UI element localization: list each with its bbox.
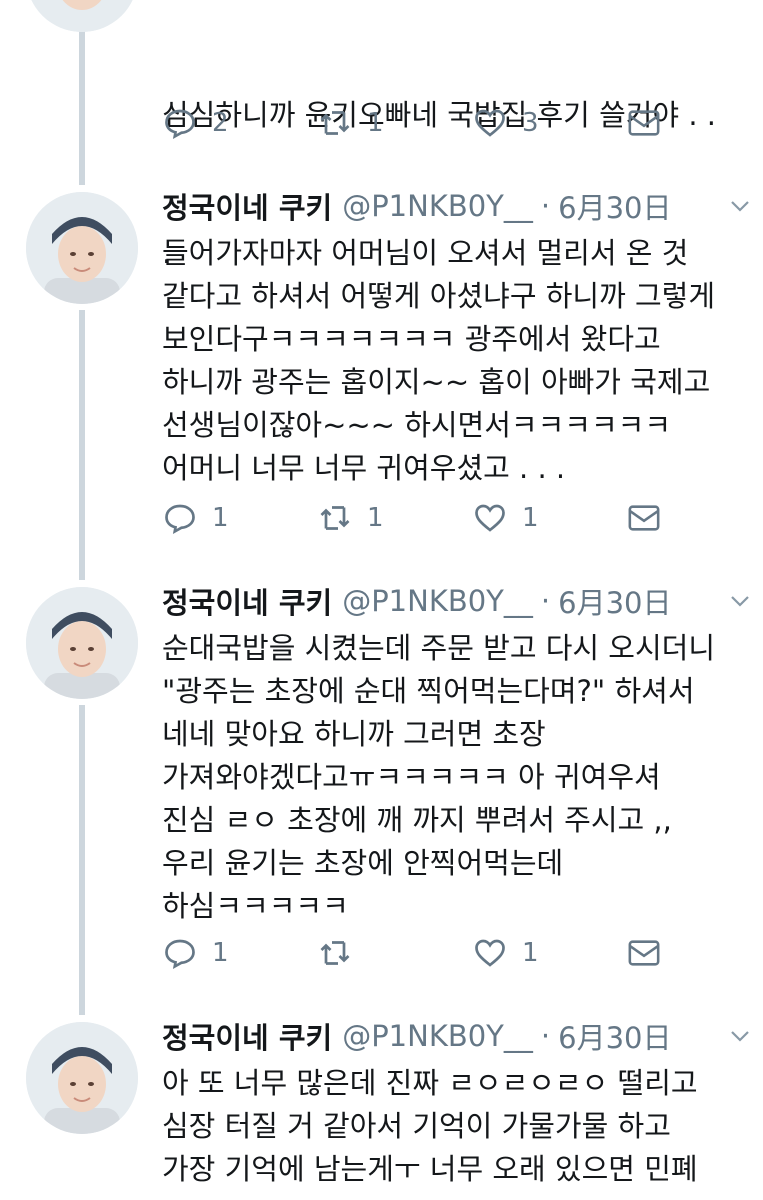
- heart-icon: [475, 504, 505, 532]
- user-handle[interactable]: @P1NKB0Y__: [342, 1019, 533, 1053]
- reply-count: 2: [212, 108, 229, 138]
- mail-icon: [628, 940, 660, 966]
- retweet-button[interactable]: 1: [317, 105, 472, 141]
- dm-button[interactable]: [627, 938, 763, 968]
- tweet-text: 순대국밥을 시켰는데 주문 받고 다시 오시더니 "광주는 초장에 순대 찍어먹…: [162, 631, 716, 923]
- tweet[interactable]: 정국이네 쿠키 @P1NKB0Y__ · 6月30日 들어가자마자 어머님이 오…: [162, 186, 752, 535]
- dm-button[interactable]: [627, 108, 763, 138]
- reply-button[interactable]: 1: [162, 500, 317, 536]
- retweet-count: 1: [367, 108, 384, 138]
- tweet-text: 아 또 너무 많은데 진짜 ㄹㅇㄹㅇㄹㅇ 떨리고 심장 터질 거 같아서 기억이…: [162, 1066, 698, 1186]
- reply-button[interactable]: 1: [162, 935, 317, 971]
- display-name[interactable]: 정국이네 쿠키: [162, 185, 332, 227]
- reply-button[interactable]: 2: [162, 105, 317, 141]
- tweet-date[interactable]: 6月30日: [558, 580, 671, 622]
- reply-icon: [165, 939, 195, 970]
- heart-icon: [475, 109, 505, 137]
- retweet-icon: [320, 111, 350, 135]
- display-name[interactable]: 정국이네 쿠키: [162, 1015, 332, 1057]
- reply-icon: [165, 109, 195, 140]
- heart-icon: [475, 939, 505, 967]
- tweet-text: 들어가자마자 어머님이 오셔서 멀리서 온 것 같다고 하셔서 어떻게 아셨냐구…: [162, 236, 716, 485]
- tweet-actions: 2 1 3: [162, 103, 763, 143]
- tweet[interactable]: 정국이네 쿠키 @P1NKB0Y__ · 6月30日 아 또 너무 많은데 진짜…: [162, 1016, 752, 1191]
- reply-count: 1: [212, 938, 229, 968]
- retweet-icon: [320, 506, 350, 530]
- chevron-down-icon[interactable]: [728, 1026, 752, 1046]
- mail-icon: [628, 505, 660, 531]
- retweet-button[interactable]: 1: [317, 500, 472, 536]
- avatar[interactable]: [26, 1022, 138, 1134]
- tweet-actions: 1 1: [162, 933, 763, 973]
- tweet[interactable]: 정국이네 쿠키 @P1NKB0Y__ · 6月30日 순대국밥을 시켰는데 주문…: [162, 581, 752, 970]
- avatar[interactable]: [26, 192, 138, 304]
- thread-line: [79, 310, 85, 580]
- avatar[interactable]: [26, 587, 138, 699]
- user-handle[interactable]: @P1NKB0Y__: [342, 584, 533, 618]
- tweet-date[interactable]: 6月30日: [558, 1015, 671, 1057]
- like-button[interactable]: 3: [472, 105, 627, 141]
- like-button[interactable]: 1: [472, 935, 627, 971]
- tweet-header: 정국이네 쿠키 @P1NKB0Y__ · 6月30日: [162, 581, 752, 621]
- retweet-count: 1: [367, 503, 384, 533]
- retweet-button[interactable]: [317, 935, 472, 971]
- like-button[interactable]: 1: [472, 500, 627, 536]
- separator: ·: [540, 189, 551, 223]
- like-count: 1: [522, 503, 539, 533]
- user-handle[interactable]: @P1NKB0Y__: [342, 189, 533, 223]
- separator: ·: [540, 1019, 551, 1053]
- reply-icon: [165, 504, 195, 535]
- thread-line: [79, 705, 85, 1015]
- tweet-actions: 1 1 1: [162, 498, 763, 538]
- chevron-down-icon[interactable]: [728, 196, 752, 216]
- dm-button[interactable]: [627, 503, 763, 533]
- like-count: 3: [522, 108, 539, 138]
- reply-count: 1: [212, 503, 229, 533]
- avatar[interactable]: [26, 0, 138, 32]
- tweet-date[interactable]: 6月30日: [558, 185, 671, 227]
- like-count: 1: [522, 938, 539, 968]
- display-name[interactable]: 정국이네 쿠키: [162, 580, 332, 622]
- retweet-icon: [320, 941, 350, 965]
- separator: ·: [540, 584, 551, 618]
- mail-icon: [628, 110, 660, 136]
- tweet-header: 정국이네 쿠키 @P1NKB0Y__ · 6月30日: [162, 186, 752, 226]
- chevron-down-icon[interactable]: [728, 591, 752, 611]
- tweet-header: 정국이네 쿠키 @P1NKB0Y__ · 6月30日: [162, 1016, 752, 1056]
